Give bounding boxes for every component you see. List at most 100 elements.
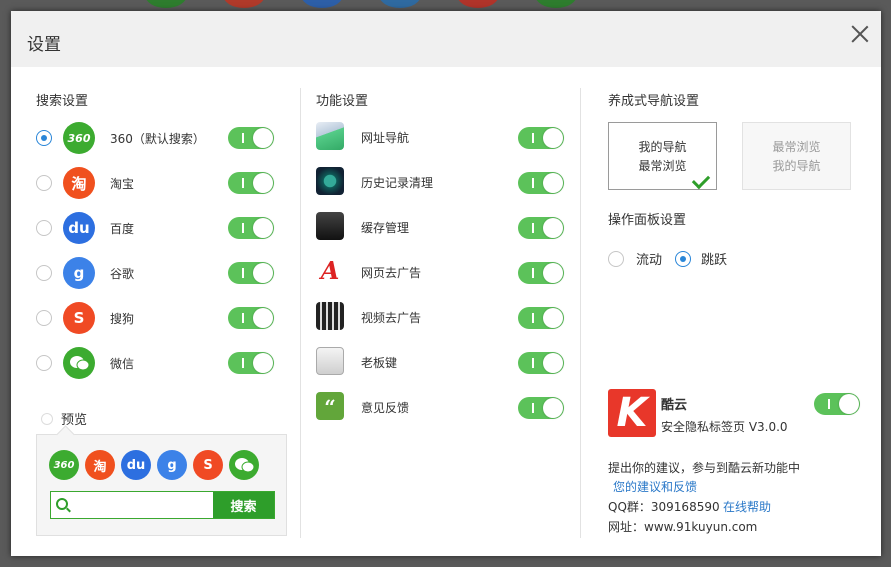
engine-radio[interactable] — [36, 355, 52, 371]
toggle-knob — [253, 173, 273, 193]
engine-radio[interactable] — [36, 175, 52, 191]
toggle-knob — [543, 218, 563, 238]
engine-toggle[interactable] — [228, 307, 274, 329]
website: 网址：www.91kuyun.com — [608, 520, 758, 534]
engine-label: 谷歌 — [110, 266, 135, 281]
column-divider — [580, 88, 581, 538]
toggle-on-mark — [532, 133, 534, 143]
taobao-icon: 淘 — [63, 167, 95, 199]
engine-label: 微信 — [110, 356, 135, 371]
background-icon — [223, 0, 265, 8]
feedback-link[interactable]: 您的建议和反馈 — [613, 478, 697, 495]
online-help-link[interactable]: 在线帮助 — [723, 498, 771, 515]
flow-label: 流动 — [636, 253, 663, 268]
engine-radio[interactable] — [36, 265, 52, 281]
baidu-icon: du — [63, 212, 95, 244]
google-icon: g — [63, 257, 95, 289]
panel-option-flow[interactable]: 流动 — [608, 249, 662, 268]
search-settings-title: 搜索设置 — [36, 94, 89, 109]
toggle-knob — [543, 308, 563, 328]
function-toggle[interactable] — [518, 262, 564, 284]
nav-option-my-nav-first[interactable]: 我的导航 最常浏览 — [608, 122, 717, 190]
wechat-icon — [229, 450, 259, 480]
360-search-icon: 360 — [49, 450, 79, 480]
close-icon[interactable] — [851, 25, 869, 43]
background-icon — [457, 0, 499, 8]
function-label: 老板键 — [361, 356, 398, 370]
engine-row[interactable]: du 百度 — [36, 212, 134, 244]
taobao-icon: 淘 — [85, 450, 115, 480]
toggle-on-mark — [532, 268, 534, 278]
function-toggle[interactable] — [518, 127, 564, 149]
engine-toggle[interactable] — [228, 172, 274, 194]
toggle-on-mark — [242, 268, 244, 278]
function-label: 意见反馈 — [361, 401, 410, 415]
engine-radio[interactable] — [36, 310, 52, 326]
engine-toggle[interactable] — [228, 352, 274, 374]
preview-search-button[interactable]: 搜索 — [213, 492, 274, 518]
background-icon — [535, 0, 577, 8]
engine-radio[interactable] — [36, 220, 52, 236]
function-toggle[interactable] — [518, 217, 564, 239]
preview-search-input[interactable] — [71, 494, 215, 516]
toggle-on-mark — [532, 358, 534, 368]
panel-settings-title: 操作面板设置 — [608, 213, 687, 228]
function-toggle[interactable] — [518, 172, 564, 194]
toggle-knob — [543, 128, 563, 148]
toggle-knob — [543, 398, 563, 418]
nav-option-line1: 最常浏览 — [772, 140, 821, 154]
engine-row[interactable]: 淘淘宝 — [36, 167, 134, 199]
nav-settings-title: 养成式导航设置 — [608, 94, 700, 109]
function-settings-title: 功能设置 — [316, 94, 369, 109]
toggle-knob — [253, 218, 273, 238]
engine-label: 百度 — [110, 221, 135, 236]
toggle-on-mark — [532, 313, 534, 323]
background-icon — [301, 0, 343, 8]
function-toggle[interactable] — [518, 352, 564, 374]
jump-label: 跳跃 — [701, 253, 728, 268]
baidu-icon: du — [121, 450, 151, 480]
toggle-knob — [253, 353, 273, 373]
engine-radio[interactable] — [36, 130, 52, 146]
boss-key-icon — [316, 347, 344, 375]
cache-management-icon — [316, 212, 344, 240]
function-label: 视频去广告 — [361, 311, 422, 325]
search-icon — [56, 498, 68, 510]
engine-row[interactable]: g 谷歌 — [36, 257, 134, 289]
nav-option-line1: 我的导航 — [638, 140, 687, 154]
function-toggle[interactable] — [518, 397, 564, 419]
panel-option-jump[interactable]: 跳跃 — [675, 249, 727, 268]
engine-toggle[interactable] — [228, 262, 274, 284]
function-toggle[interactable] — [518, 307, 564, 329]
flow-radio[interactable] — [608, 250, 624, 267]
engine-label: 360（默认搜索） — [110, 131, 205, 146]
toggle-knob — [253, 308, 273, 328]
dialog-title: 设置 — [27, 35, 61, 55]
kuyun-toggle[interactable] — [814, 393, 860, 415]
webpage-adblock-icon: A — [316, 257, 344, 285]
video-adblock-icon — [316, 302, 344, 330]
nav-option-most-visited-first[interactable]: 最常浏览 我的导航 — [742, 122, 851, 190]
toggle-on-mark — [532, 403, 534, 413]
toggle-on-mark — [242, 178, 244, 188]
settings-dialog: 设置 搜索设置 360 360（默认搜索）淘淘宝 du 百度 g 谷歌 S 搜狗 微信 预览 3… — [11, 11, 881, 556]
function-label: 网址导航 — [361, 131, 410, 145]
toggle-knob — [839, 394, 859, 414]
function-label: 历史记录清理 — [361, 176, 434, 190]
kuyun-logo: K — [608, 389, 656, 437]
preview-caret — [56, 425, 75, 444]
engine-row[interactable]: 360 360（默认搜索） — [36, 122, 205, 154]
toggle-on-mark — [532, 223, 534, 233]
function-label: 网页去广告 — [361, 266, 422, 280]
engine-row[interactable]: S 搜狗 — [36, 302, 134, 334]
jump-radio[interactable] — [675, 250, 691, 267]
background-icon — [379, 0, 421, 8]
engine-toggle[interactable] — [228, 217, 274, 239]
toggle-knob — [543, 173, 563, 193]
360-search-icon: 360 — [63, 122, 95, 154]
app-name: 酷云 — [661, 398, 688, 413]
toggle-knob — [543, 353, 563, 373]
engine-toggle[interactable] — [228, 127, 274, 149]
engine-row[interactable]: 微信 — [36, 347, 134, 379]
feedback-quote-icon: “ — [316, 392, 344, 420]
